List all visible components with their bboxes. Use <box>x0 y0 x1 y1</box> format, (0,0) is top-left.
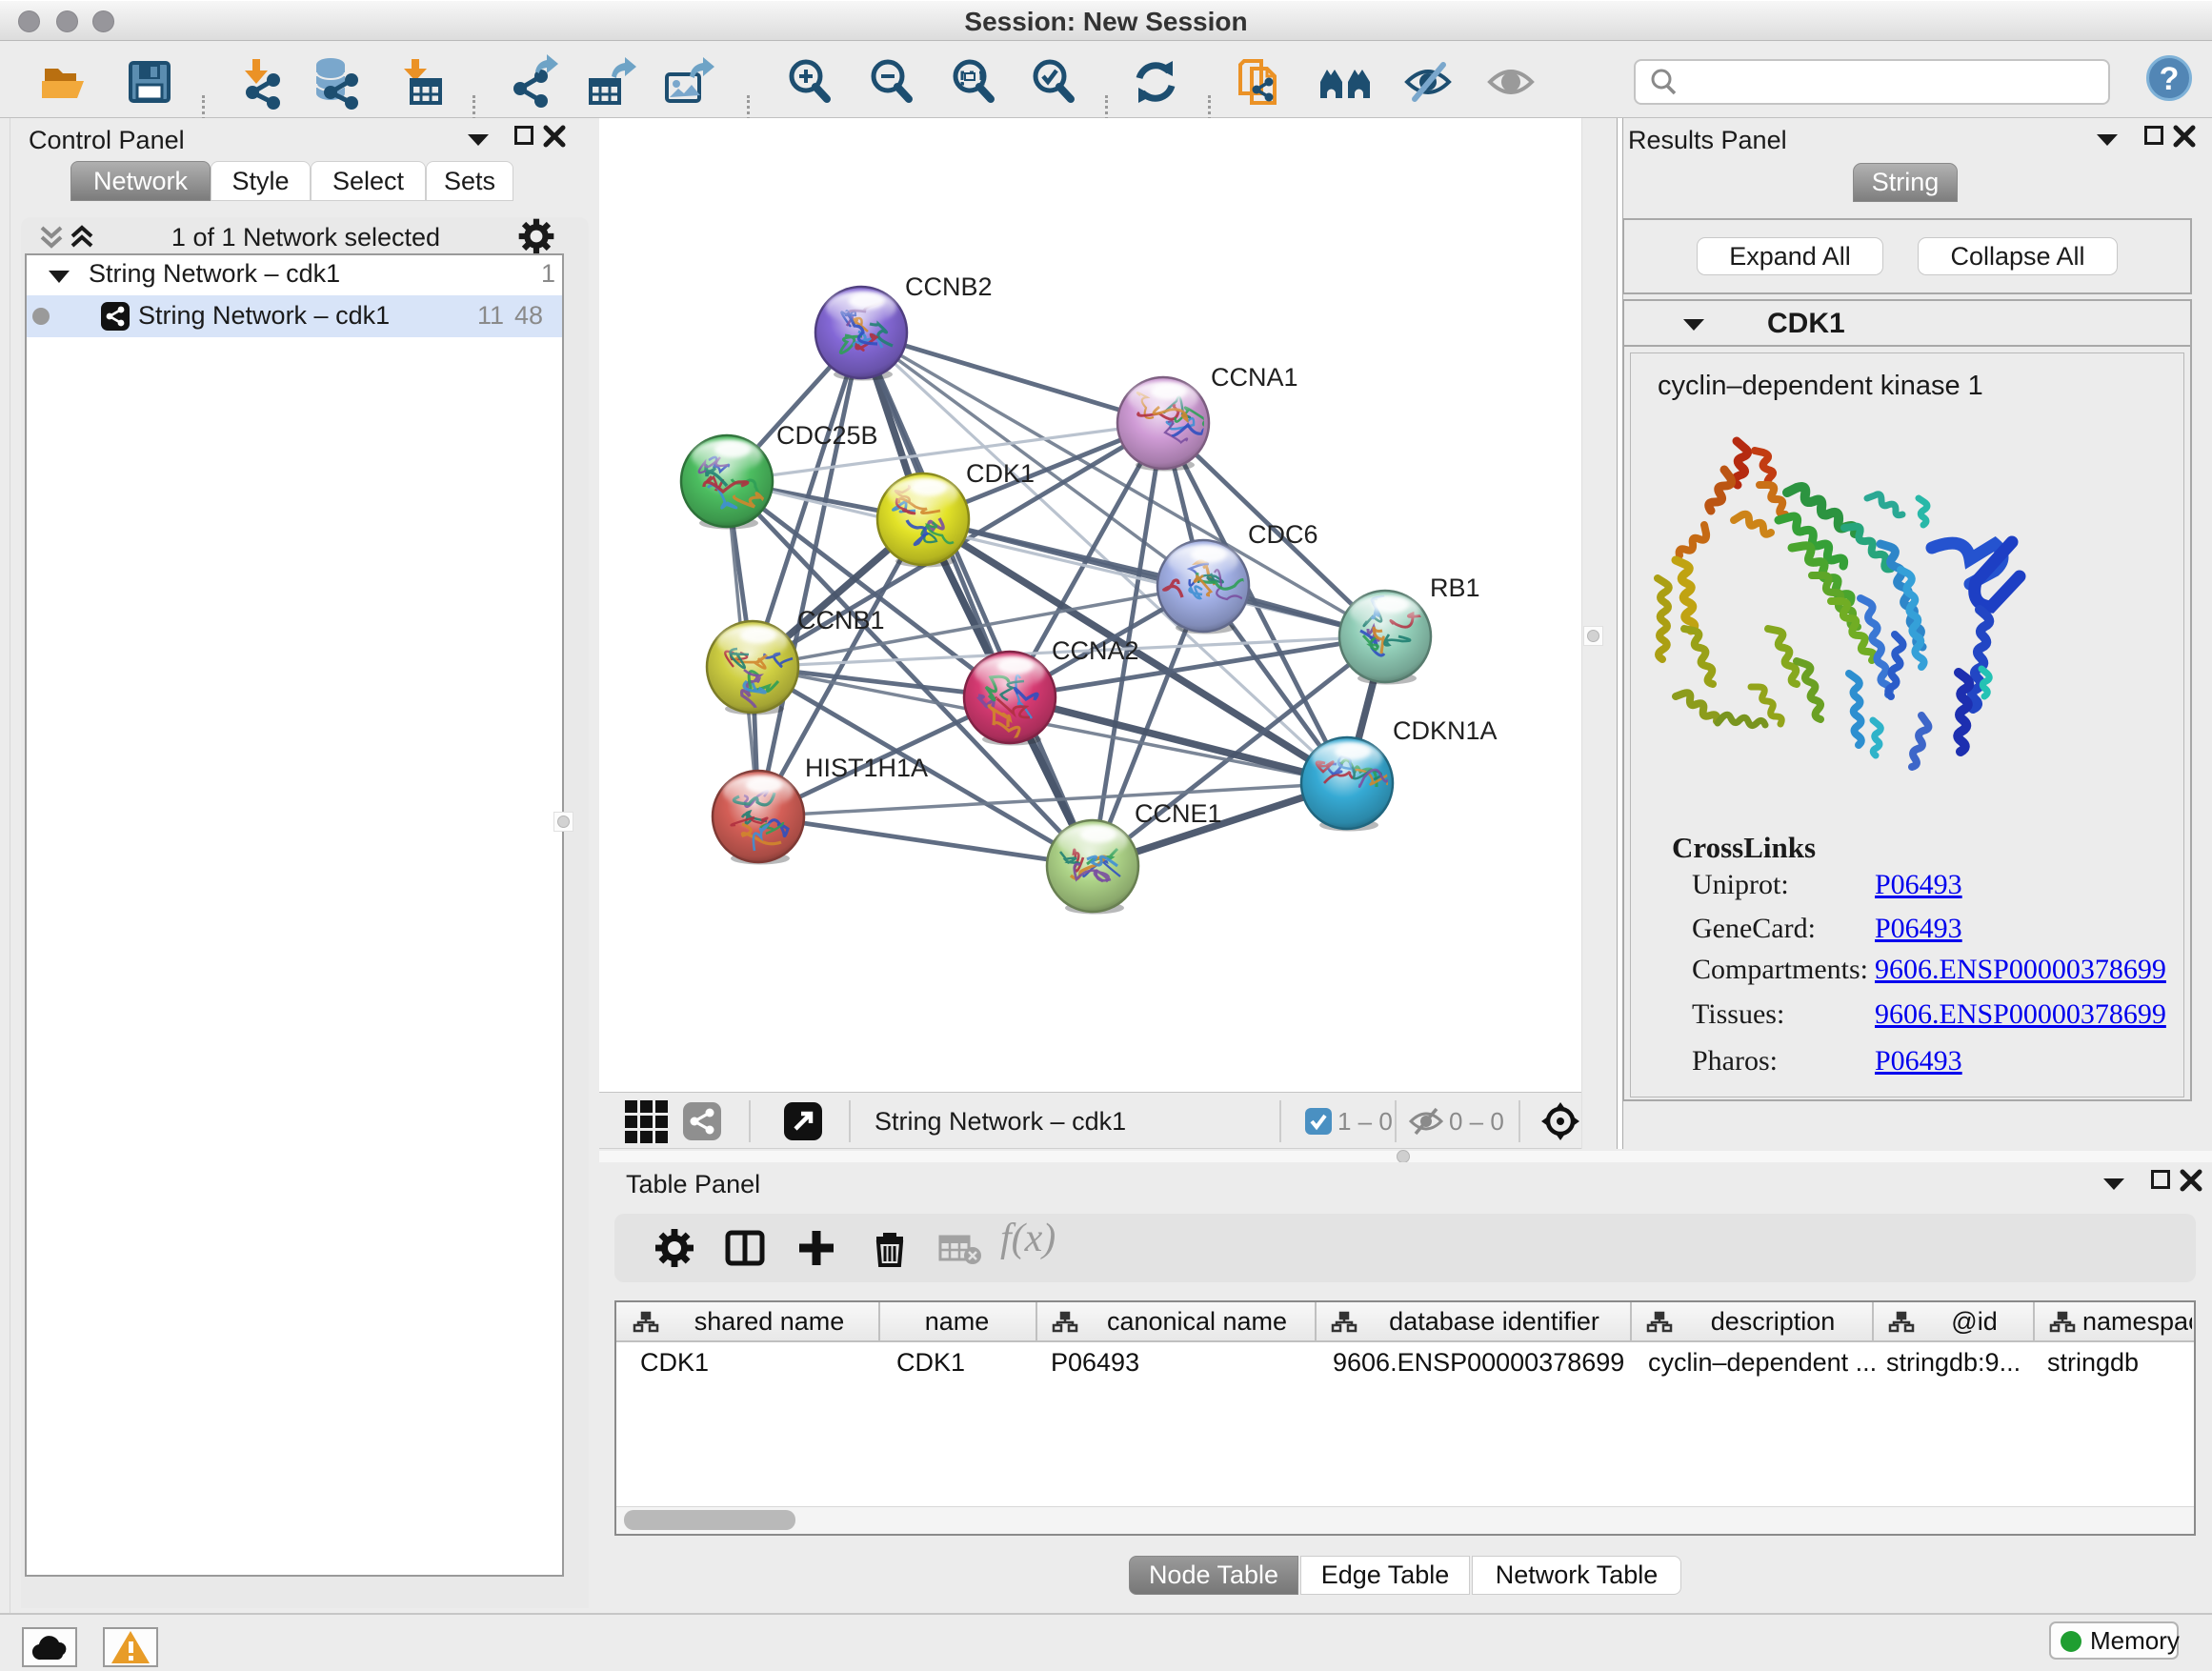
svg-text:CCNA2: CCNA2 <box>1052 636 1139 665</box>
svg-text:CDK1: CDK1 <box>966 459 1035 488</box>
svg-text:CCNB2: CCNB2 <box>905 272 993 301</box>
svg-text:RB1: RB1 <box>1430 574 1480 602</box>
svg-text:CCNE1: CCNE1 <box>1135 799 1222 828</box>
svg-text:CCNB1: CCNB1 <box>797 606 885 634</box>
svg-text:CDC6: CDC6 <box>1248 520 1318 549</box>
svg-text:CDKN1A: CDKN1A <box>1393 716 1498 745</box>
svg-text:CCNA1: CCNA1 <box>1211 363 1298 392</box>
svg-text:HIST1H1A: HIST1H1A <box>805 754 928 782</box>
svg-text:CDC25B: CDC25B <box>776 421 878 450</box>
